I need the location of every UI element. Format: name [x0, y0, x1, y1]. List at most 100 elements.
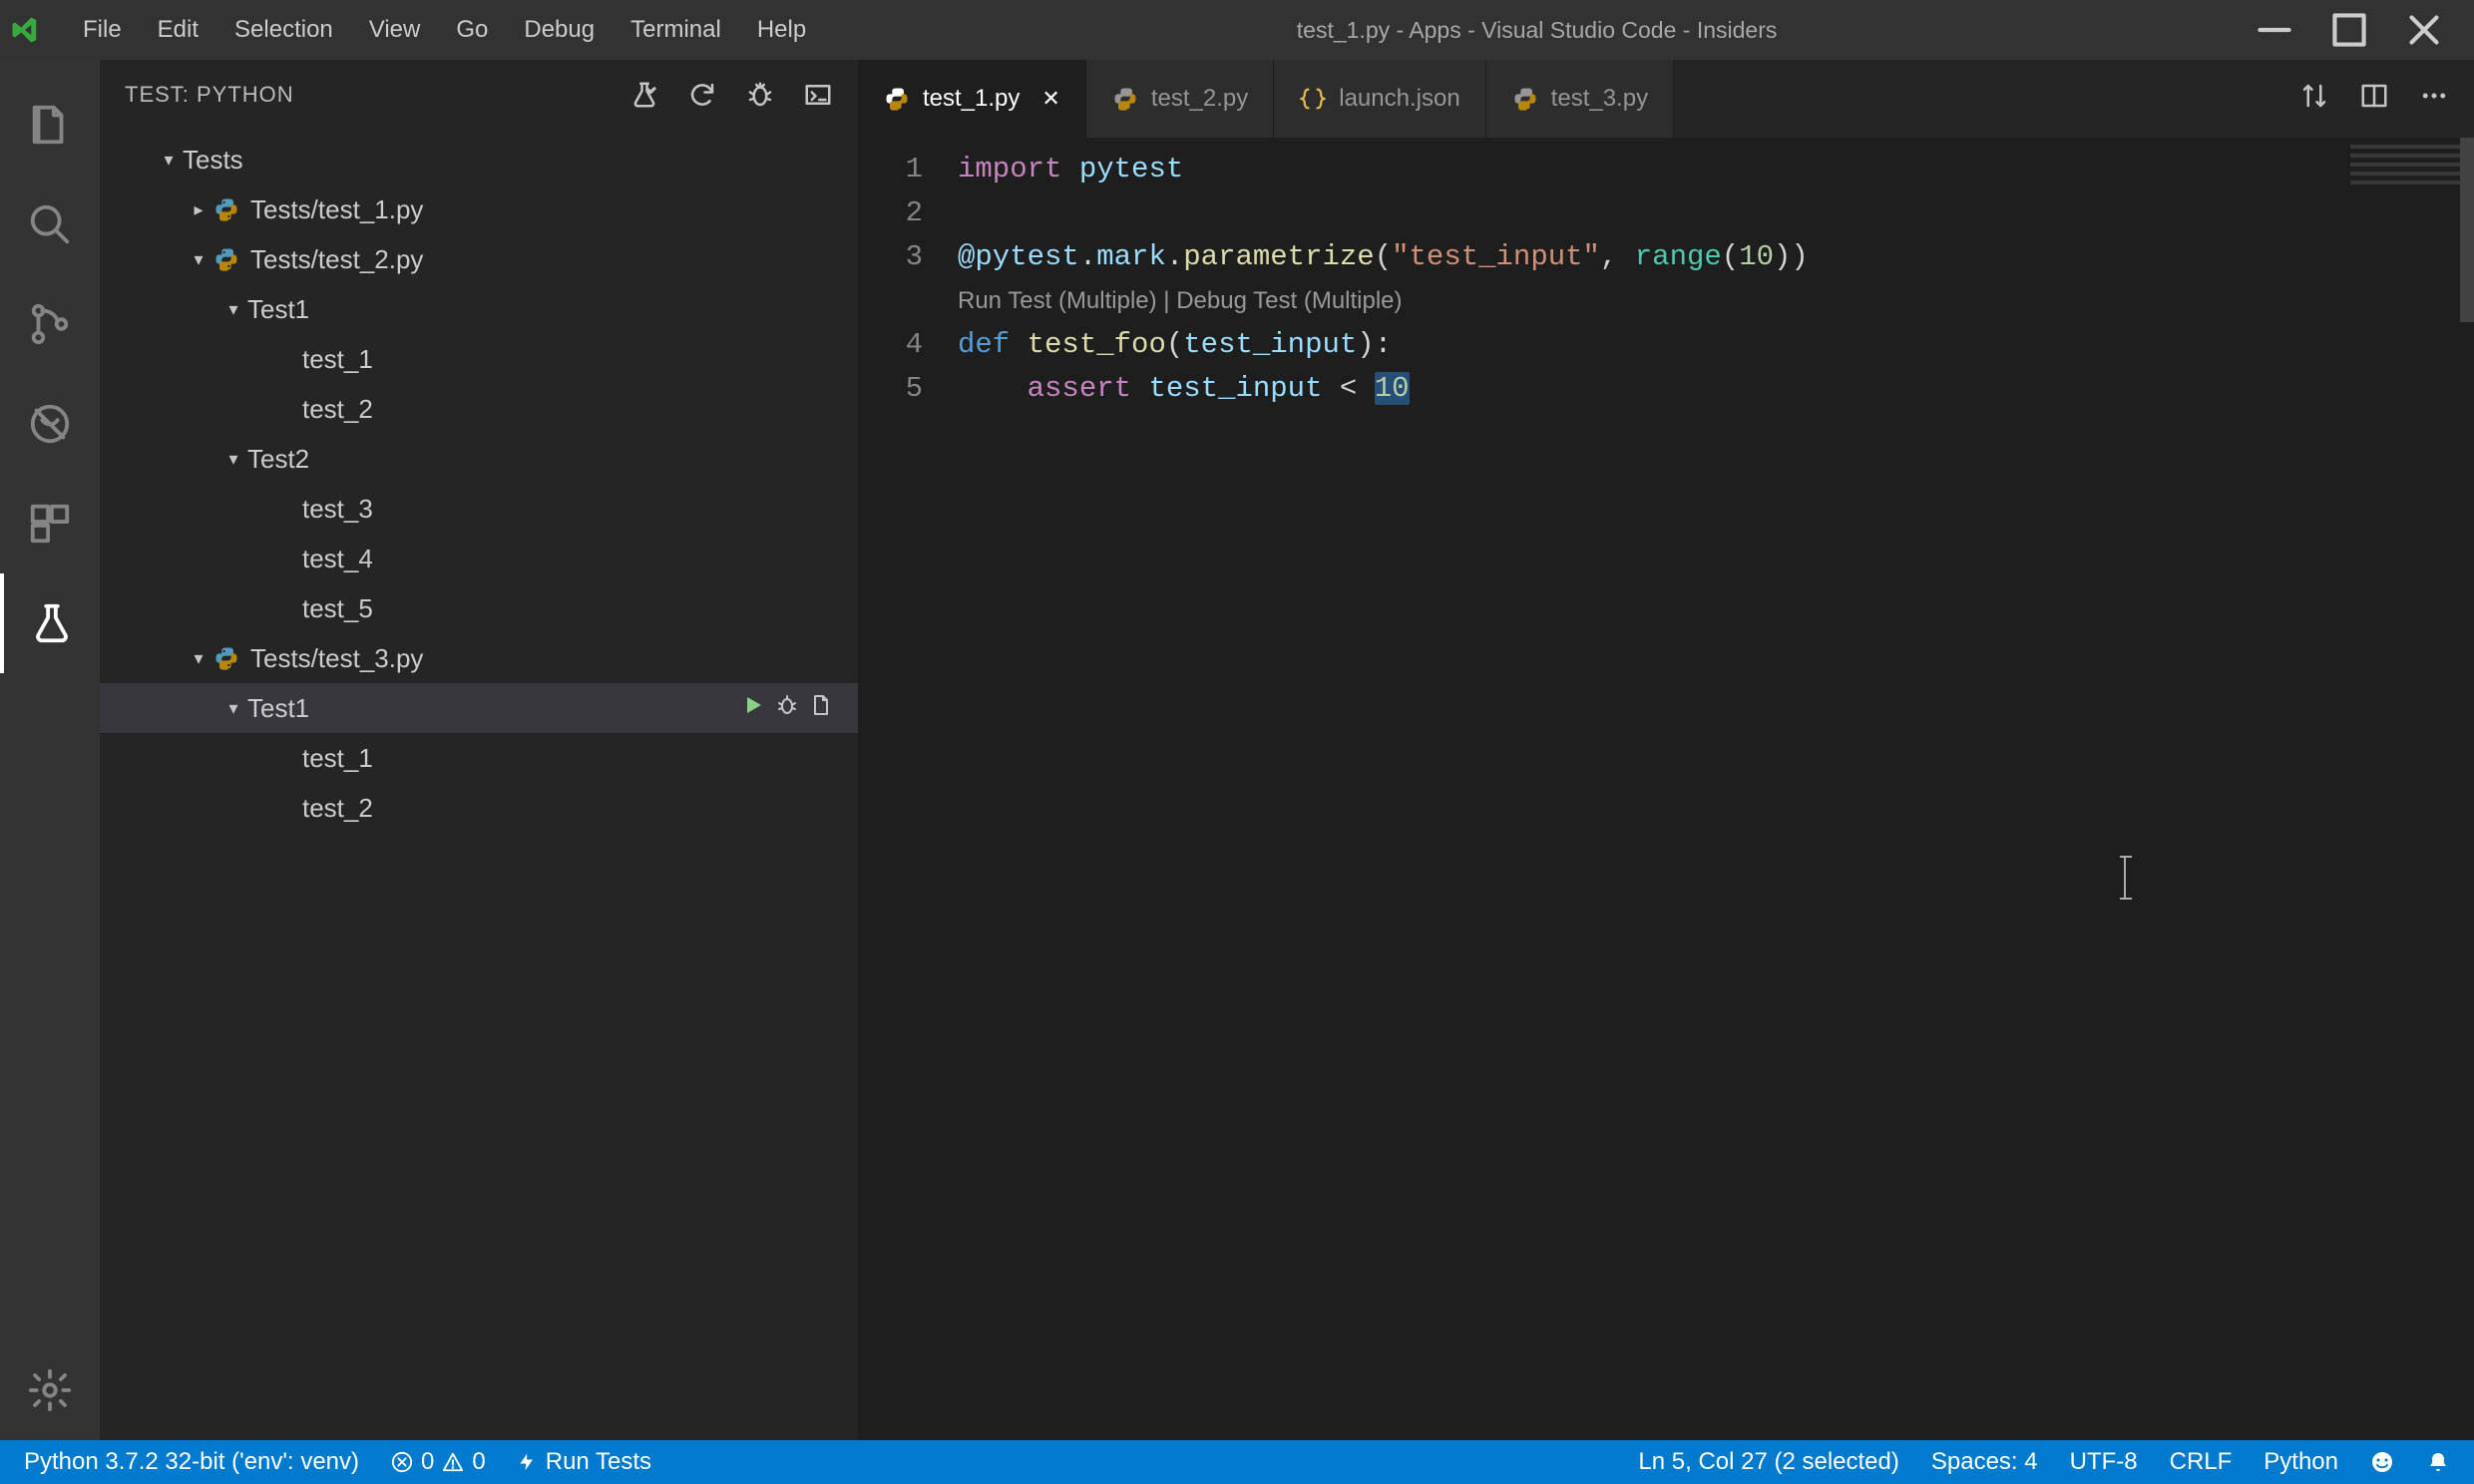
- tree-label: Tests/test_1.py: [250, 194, 858, 225]
- close-tab-icon[interactable]: ✕: [1041, 86, 1059, 112]
- sidebar: TEST: PYTHON ▾ Tests ▸ Tests/test_1.py ▾: [100, 60, 858, 1440]
- tree-root[interactable]: ▾ Tests: [100, 135, 858, 185]
- tab-label: test_2.py: [1151, 85, 1248, 113]
- editor-body[interactable]: 1 2 3 4 5 import pytest @pytest.mark.par…: [858, 138, 2474, 1440]
- window-controls: [2250, 8, 2464, 53]
- debug-icon[interactable]: [775, 693, 799, 724]
- activity-search-icon[interactable]: [0, 175, 100, 274]
- activity-debug-icon[interactable]: [0, 374, 100, 474]
- menu-go[interactable]: Go: [438, 8, 506, 52]
- debug-tests-icon[interactable]: [745, 80, 775, 110]
- line-number: 3: [858, 235, 923, 279]
- tree-label: test_1: [302, 743, 858, 774]
- status-cursor-pos[interactable]: Ln 5, Col 27 (2 selected): [1632, 1448, 1904, 1476]
- show-output-icon[interactable]: [803, 80, 833, 110]
- activity-bar: [0, 60, 100, 1440]
- test-tree[interactable]: ▾ Tests ▸ Tests/test_1.py ▾ Tests/test_2…: [100, 130, 858, 1440]
- sidebar-header: TEST: PYTHON: [100, 60, 858, 130]
- status-notifications-icon[interactable]: [2420, 1450, 2456, 1474]
- activity-explorer-icon[interactable]: [0, 75, 100, 175]
- split-editor-icon[interactable]: [2359, 81, 2389, 118]
- status-feedback-icon[interactable]: [2364, 1450, 2400, 1474]
- tree-item-actions: [741, 693, 858, 724]
- code-line: @pytest.mark.parametrize("test_input", r…: [958, 235, 2474, 279]
- menu-edit[interactable]: Edit: [140, 8, 216, 52]
- tree-file[interactable]: ▾ Tests/test_3.py: [100, 633, 858, 683]
- menubar: File Edit Selection View Go Debug Termin…: [65, 8, 824, 52]
- tab-test2[interactable]: test_2.py: [1086, 60, 1274, 138]
- tab-launchjson[interactable]: launch.json: [1274, 60, 1485, 138]
- tree-label: Test1: [247, 294, 858, 325]
- line-gutter: 1 2 3 4 5: [858, 138, 958, 1440]
- status-python-env[interactable]: Python 3.7.2 32-bit ('env': venv): [18, 1448, 365, 1476]
- tree-file[interactable]: ▾ Tests/test_2.py: [100, 234, 858, 284]
- menu-view[interactable]: View: [351, 8, 439, 52]
- window-title: test_1.py - Apps - Visual Studio Code - …: [824, 17, 2250, 44]
- text-cursor-icon: [2120, 858, 2130, 898]
- status-warnings-count: 0: [472, 1448, 485, 1476]
- menu-file[interactable]: File: [65, 8, 140, 52]
- tab-label: test_1.py: [923, 85, 1020, 113]
- status-run-tests[interactable]: Run Tests: [512, 1448, 657, 1476]
- codelens[interactable]: Run Test (Multiple) | Debug Test (Multip…: [958, 279, 2474, 323]
- maximize-button[interactable]: [2324, 8, 2374, 53]
- run-icon[interactable]: [741, 693, 765, 724]
- tree-test[interactable]: · test_1: [100, 334, 858, 384]
- python-icon: [212, 644, 240, 672]
- python-icon: [212, 195, 240, 223]
- close-button[interactable]: [2399, 8, 2449, 53]
- tree-test[interactable]: · test_2: [100, 783, 858, 833]
- status-problems[interactable]: 0 0: [385, 1448, 492, 1476]
- code-content[interactable]: import pytest @pytest.mark.parametrize("…: [958, 138, 2474, 1440]
- python-icon: [1511, 85, 1539, 113]
- tree-test[interactable]: · test_1: [100, 733, 858, 783]
- menu-terminal[interactable]: Terminal: [613, 8, 739, 52]
- tree-label: Test1: [247, 693, 741, 724]
- compare-changes-icon[interactable]: [2299, 81, 2329, 118]
- tree-test[interactable]: · test_3: [100, 484, 858, 534]
- line-number: 2: [858, 191, 923, 235]
- code-line: assert test_input < 10: [958, 367, 2474, 411]
- tree-label: test_3: [302, 494, 858, 525]
- status-language[interactable]: Python: [2258, 1448, 2344, 1476]
- sidebar-title: TEST: PYTHON: [125, 82, 629, 108]
- minimize-button[interactable]: [2250, 8, 2299, 53]
- tree-file[interactable]: ▸ Tests/test_1.py: [100, 185, 858, 234]
- python-icon: [883, 85, 911, 113]
- activity-scm-icon[interactable]: [0, 274, 100, 374]
- status-encoding[interactable]: UTF-8: [2064, 1448, 2144, 1476]
- tree-suite[interactable]: ▾ Test1: [100, 683, 858, 733]
- menu-debug[interactable]: Debug: [506, 8, 613, 52]
- vscode-logo-icon: [10, 15, 40, 45]
- open-file-icon[interactable]: [809, 693, 833, 724]
- line-number: 1: [858, 148, 923, 191]
- activity-settings-icon[interactable]: [0, 1340, 100, 1440]
- run-all-tests-icon[interactable]: [687, 80, 717, 110]
- tree-suite[interactable]: ▾ Test2: [100, 434, 858, 484]
- json-icon: [1299, 85, 1327, 113]
- status-indentation[interactable]: Spaces: 4: [1925, 1448, 2044, 1476]
- tab-label: test_3.py: [1551, 85, 1648, 113]
- menu-selection[interactable]: Selection: [216, 8, 351, 52]
- tree-test[interactable]: · test_5: [100, 583, 858, 633]
- tree-label: test_2: [302, 394, 858, 425]
- code-line: def test_foo(test_input):: [958, 323, 2474, 367]
- tab-test3[interactable]: test_3.py: [1486, 60, 1674, 138]
- tree-label: Tests/test_3.py: [250, 643, 858, 674]
- tree-label: Test2: [247, 444, 858, 475]
- tree-test[interactable]: · test_4: [100, 534, 858, 583]
- status-eol[interactable]: CRLF: [2164, 1448, 2239, 1476]
- discover-tests-icon[interactable]: [629, 80, 659, 110]
- tree-test[interactable]: · test_2: [100, 384, 858, 434]
- tree-label: Tests: [183, 145, 858, 176]
- more-actions-icon[interactable]: [2419, 81, 2449, 118]
- titlebar: File Edit Selection View Go Debug Termin…: [0, 0, 2474, 60]
- code-line: [958, 191, 2474, 235]
- tab-label: launch.json: [1339, 85, 1459, 113]
- menu-help[interactable]: Help: [739, 8, 824, 52]
- tab-test1[interactable]: test_1.py ✕: [858, 60, 1086, 138]
- status-errors-count: 0: [421, 1448, 434, 1476]
- activity-extensions-icon[interactable]: [0, 474, 100, 573]
- activity-test-icon[interactable]: [0, 573, 100, 673]
- tree-suite[interactable]: ▾ Test1: [100, 284, 858, 334]
